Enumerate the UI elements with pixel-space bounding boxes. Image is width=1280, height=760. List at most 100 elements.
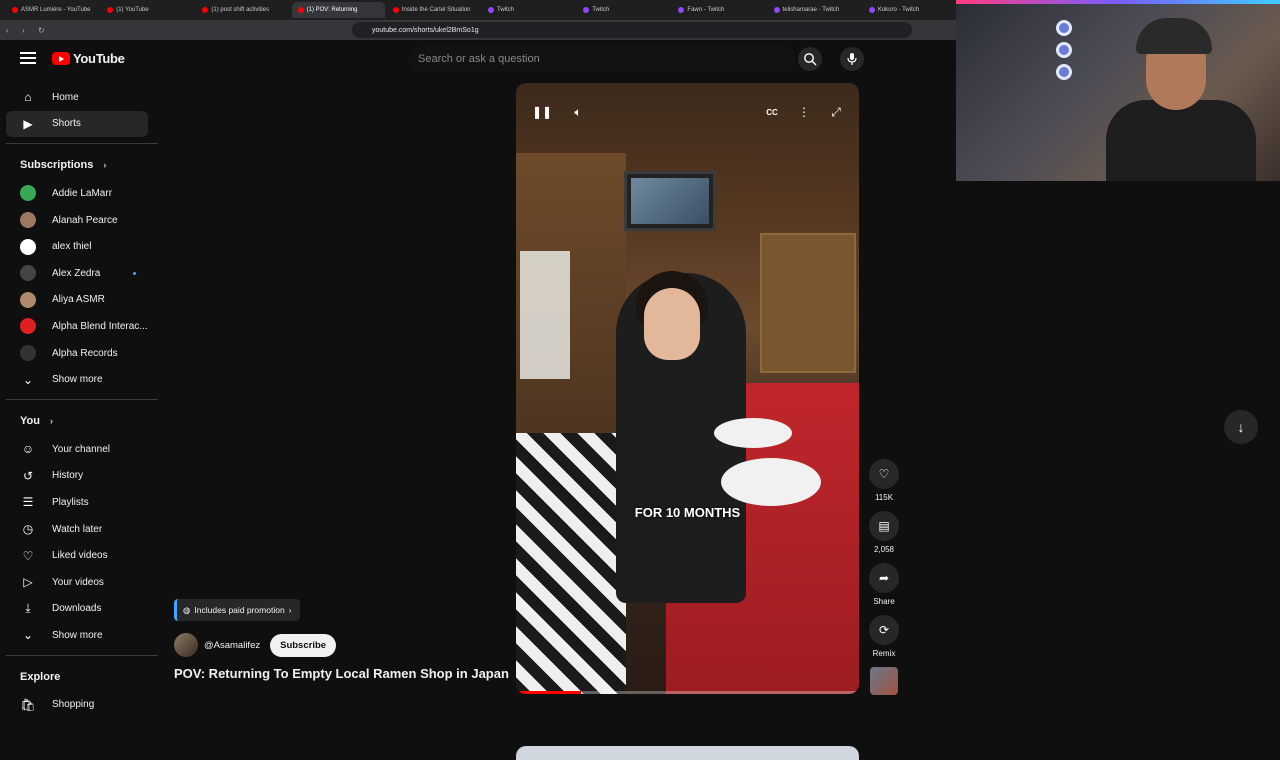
sidebar-item-downloads[interactable]: ⤓ Downloads (6, 596, 158, 623)
channel-avatar[interactable] (174, 633, 198, 657)
sidebar-item-label: Shopping (52, 699, 95, 711)
new-content-dot (133, 271, 136, 275)
sidebar-item-liked-videos[interactable]: ♡ Liked videos (6, 542, 158, 569)
video-progress-bar[interactable] (516, 691, 859, 694)
browser-tab[interactable]: Kokoro - Twitch (863, 2, 956, 18)
comments-button[interactable]: ▤ (869, 511, 899, 541)
avatar (20, 185, 36, 202)
promo-label: Includes paid promotion (194, 605, 285, 615)
next-short-preview[interactable] (516, 746, 859, 760)
chevron-right-icon: › (103, 160, 107, 171)
subscriptions-show-more[interactable]: ⌄ Show more (6, 366, 158, 393)
you-show-more[interactable]: ⌄ Show more (6, 622, 158, 649)
share-button[interactable]: ➦ (869, 563, 899, 593)
paid-promotion-badge[interactable]: ◍ Includes paid promotion › (174, 599, 300, 621)
sidebar-item-watch-later[interactable]: ◷ Watch later (6, 516, 158, 543)
shopping-icon: 🛍︎ (20, 697, 36, 712)
captions-icon[interactable]: CC (762, 103, 782, 121)
explore-title: Explore (20, 670, 61, 683)
subscription-channel[interactable]: Aliya ASMR (6, 287, 158, 314)
subscription-channel[interactable]: Addie LaMarr (6, 180, 158, 207)
sound-thumbnail[interactable] (870, 667, 898, 695)
sidebar-item-your-videos[interactable]: ▷ Your videos (6, 569, 158, 596)
volume-icon[interactable]: 🔈︎ (568, 103, 588, 121)
sidebar-item-playlists[interactable]: ☰ Playlists (6, 489, 158, 516)
url-field[interactable]: youtube.com/shorts/ukel2BmSo1g (352, 22, 912, 38)
you-heading[interactable]: You › (6, 406, 158, 436)
tv-screen (624, 171, 716, 231)
logo-text: YouTube (73, 51, 125, 66)
search-placeholder: Search or ask a question (418, 53, 540, 65)
remix-icon: ⟳ (878, 623, 890, 637)
history-icon: ↺ (22, 468, 34, 483)
sidebar-item-label: Liked videos (52, 550, 108, 562)
browser-tab[interactable]: (1) post shift activities (196, 2, 289, 18)
gyoza-plate (721, 458, 821, 506)
more-options-icon[interactable]: ⋮ (794, 103, 814, 121)
video-caption: FOR 10 MONTHS (634, 505, 741, 520)
browser-tab[interactable]: Twitch (577, 2, 670, 18)
remix-button[interactable]: ⟳ (869, 615, 899, 645)
subscription-channel[interactable]: alex thiel (6, 233, 158, 260)
rgb-fans (1056, 20, 1080, 80)
arrow-down-icon: ↓ (1237, 419, 1245, 435)
pause-icon[interactable]: ❚❚ (532, 103, 552, 121)
tab-label: Twitch (497, 7, 515, 13)
subscription-channel[interactable]: Alpha Records (6, 340, 158, 367)
subscribe-button[interactable]: Subscribe (270, 633, 337, 657)
forward-icon[interactable]: › (22, 26, 32, 35)
show-more-label: Show more (52, 374, 103, 386)
sidebar-item-home[interactable]: ⌂ Home (6, 84, 158, 111)
reload-icon[interactable]: ↻ (38, 26, 48, 35)
sidebar-item-label: History (52, 470, 84, 482)
avatar (20, 318, 36, 335)
remix-label: Remix (872, 649, 896, 658)
channel-handle[interactable]: @Asamalifez (204, 640, 260, 651)
subscriptions-heading[interactable]: Subscriptions › (6, 150, 158, 180)
subscription-channel[interactable]: Alex Zedra (6, 260, 158, 287)
sidebar-item-shorts[interactable]: ▶ Shorts (6, 110, 148, 138)
short-video-player[interactable]: FOR 10 MONTHS ❚❚ 🔈︎ CC ⋮ ⤢ (516, 83, 859, 694)
back-icon[interactable]: ‹ (6, 26, 16, 35)
subscription-channel[interactable]: Alanah Pearce (6, 207, 158, 234)
browser-tab[interactable]: Inside the Cartel Situation (387, 2, 480, 18)
avatar (20, 212, 36, 229)
fullscreen-icon[interactable]: ⤢ (826, 103, 846, 121)
sidebar: ⌂ Home ▶ Shorts Subscriptions › Addie LaMar… (6, 84, 158, 718)
search-button[interactable] (798, 47, 822, 71)
browser-tab[interactable]: (1) YouTube (101, 2, 194, 18)
browser-tab[interactable]: ASMR Lumière - YouTube (6, 2, 99, 18)
chevron-down-icon: ⌄ (22, 628, 34, 643)
next-short-button[interactable]: ↓ (1224, 410, 1258, 444)
address-bar: ‹ › ↻ youtube.com/shorts/ukel2BmSo1g (0, 20, 956, 40)
short-title[interactable]: POV: Returning To Empty Local Ramen Shop… (174, 666, 509, 681)
search-input[interactable]: Search or ask a question (408, 46, 796, 72)
browser-tab[interactable]: (1) POV: Returning (291, 2, 385, 18)
tab-label: Inside the Cartel Situation (401, 7, 471, 13)
chevron-right-icon: › (49, 415, 53, 426)
subscription-channel[interactable]: Alpha Blend Interac... (6, 313, 158, 340)
channel-icon: ☺ (21, 442, 35, 457)
comment-count: 2,058 (873, 545, 895, 554)
like-icon: ♡ (878, 467, 890, 481)
like-button[interactable]: ♡ (869, 459, 899, 489)
sidebar-item-your-channel[interactable]: ☺ Your channel (6, 436, 158, 463)
tab-favicon-icon (12, 7, 18, 13)
browser-tab[interactable]: Fawn - Twitch (672, 2, 765, 18)
your-videos-icon: ▷ (23, 575, 33, 590)
sidebar-item-history[interactable]: ↺ History (6, 463, 158, 490)
sidebar-item-label: Your videos (52, 576, 104, 588)
ramen-bowl (714, 418, 792, 448)
streamer-webcam (956, 0, 1280, 181)
tab-favicon-icon (392, 7, 399, 13)
sidebar-item-shopping[interactable]: 🛍︎ Shopping (6, 692, 158, 719)
youtube-logo[interactable]: YouTube (52, 51, 125, 66)
avatar (20, 345, 36, 362)
voice-search-button[interactable] (840, 47, 864, 71)
menu-icon[interactable] (20, 52, 36, 64)
tab-favicon-icon (678, 7, 685, 13)
browser-tab[interactable]: telishamarae - Twitch (768, 2, 861, 18)
shorts-icon: ▶ (23, 116, 33, 131)
url-text[interactable]: youtube.com/shorts/ukel2BmSo1g (372, 27, 479, 34)
browser-tab[interactable]: Twitch (482, 2, 575, 18)
